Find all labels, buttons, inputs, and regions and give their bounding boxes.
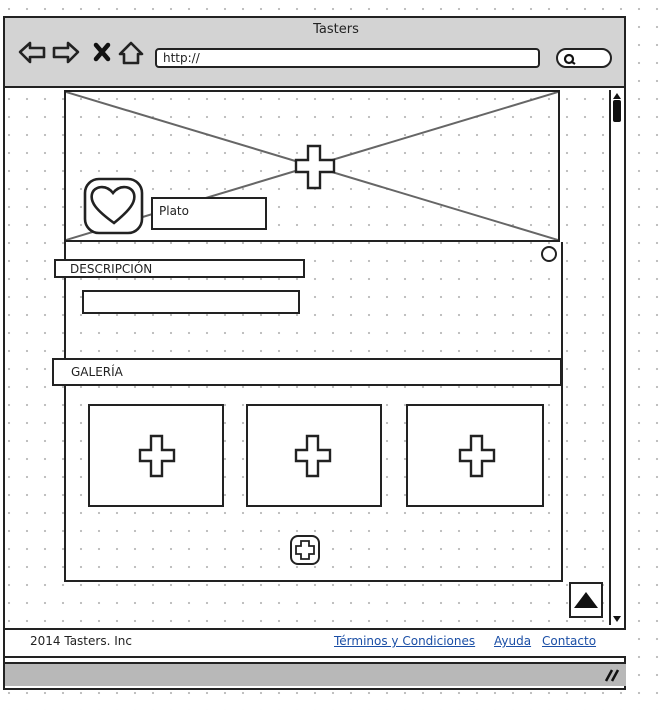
terms-link[interactable]: Términos y Condiciones [334,634,475,648]
gallery-header: GALERÍA [52,358,562,386]
description-header: DESCRIPCIÓN [54,259,305,278]
heart-icon[interactable] [82,176,146,236]
search-field[interactable] [556,48,612,68]
home-icon[interactable] [118,41,144,65]
scroll-top-button[interactable] [569,582,603,618]
stop-x-icon[interactable] [93,42,111,62]
address-bar[interactable]: http:// [155,48,540,68]
back-arrow-icon[interactable] [18,41,46,64]
search-icon [563,53,576,65]
scroll-down-icon[interactable] [611,614,623,624]
plus-icon [458,434,496,478]
dish-name-field[interactable]: Plato [151,197,267,230]
gallery-image-1[interactable] [88,404,224,507]
gallery-image-2[interactable] [246,404,382,507]
plus-icon [138,434,176,478]
copyright-text: 2014 Tasters. Inc [30,634,132,648]
plus-icon[interactable] [294,144,336,190]
up-triangle-icon [574,592,598,608]
nav-icons [18,41,144,65]
resize-grip-icon[interactable] [602,667,622,683]
help-link[interactable]: Ayuda [494,634,531,648]
contact-link[interactable]: Contacto [542,634,596,648]
radio-circle[interactable] [541,246,557,262]
forward-arrow-icon[interactable] [52,41,80,64]
window-title: Tasters [313,22,359,37]
plus-icon [294,434,332,478]
add-image-button[interactable] [289,534,321,566]
gallery-image-3[interactable] [406,404,544,507]
vertical-scrollbar[interactable] [609,90,624,625]
scrollbar-thumb[interactable] [613,100,621,122]
description-field[interactable] [82,290,300,314]
status-bar [5,662,626,686]
